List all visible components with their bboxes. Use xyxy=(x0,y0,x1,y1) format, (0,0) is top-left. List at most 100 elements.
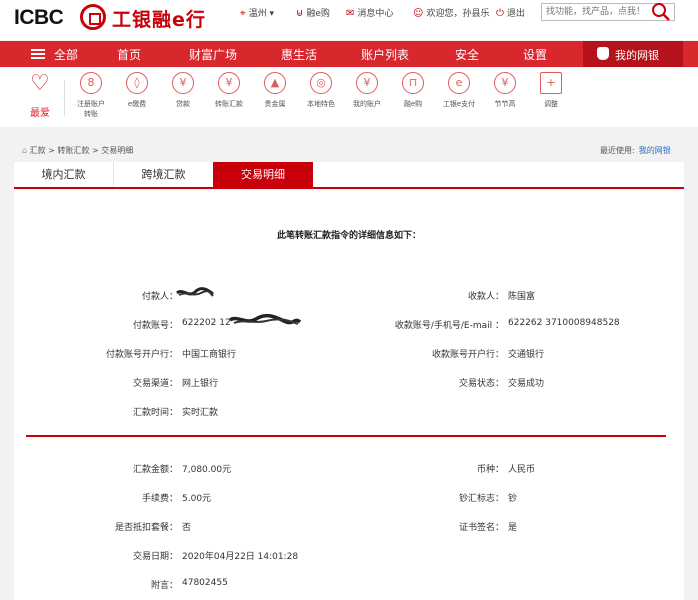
status-label: 交易状态： xyxy=(458,379,504,389)
icbc-logo-text: ICBC xyxy=(14,6,64,29)
quick-item-e-payment[interactable]: e 工银e支付 xyxy=(434,72,484,109)
payee-account-value: 622262 3710008948528 xyxy=(508,318,620,328)
my-account-icon: ¥ xyxy=(356,72,378,94)
payee-value: 陈国富 xyxy=(508,292,536,302)
tab-bar: 境内汇款 跨境汇款 交易明细 xyxy=(14,162,684,189)
remit-time-value: 实时汇款 xyxy=(182,408,219,418)
quick-item-adjust[interactable]: + 调整 xyxy=(526,72,576,109)
shopping-icon: ⊓ xyxy=(402,72,424,94)
search-input[interactable] xyxy=(546,6,652,18)
quick-item-local-features[interactable]: ◎ 本地特色 xyxy=(296,72,346,109)
cert-signature-label: 证书签名： xyxy=(458,523,504,533)
quick-item-jiejiegao[interactable]: ¥ 节节高 xyxy=(480,72,530,109)
redaction-scribble xyxy=(176,287,214,297)
package-deduct-value: 否 xyxy=(182,523,192,533)
message-center-link[interactable]: ✉ 消息中心 xyxy=(346,6,393,19)
nav-hui-life[interactable]: 惠生活 xyxy=(281,46,317,63)
local-feature-icon: ◎ xyxy=(310,72,332,94)
payee-account-label: 收款账号/手机号/E-mail ： xyxy=(394,321,504,331)
account-transfer-icon: 8 xyxy=(80,72,102,94)
brand-name-cn: 工银融e行 xyxy=(112,9,206,31)
channel-value: 网上银行 xyxy=(182,379,219,389)
nav-home[interactable]: 首页 xyxy=(117,46,141,63)
power-icon: ⏻ xyxy=(496,8,504,19)
my-bank-button[interactable]: 我的网银 xyxy=(583,41,683,67)
hamburger-menu-icon[interactable] xyxy=(31,49,45,59)
adjust-plus-icon: + xyxy=(540,72,562,94)
rong-e-gou-link[interactable]: ⊌ 融e购 xyxy=(296,6,330,19)
amount-value: 7,080.00元 xyxy=(182,465,232,475)
breadcrumb-text[interactable]: 汇款 > 转账汇款 > 交易明细 xyxy=(30,146,134,155)
nav-all[interactable]: 全部 xyxy=(54,46,78,63)
fee-value: 5.00元 xyxy=(182,494,212,504)
cert-signature-value: 是 xyxy=(508,523,518,533)
nav-account-list[interactable]: 账户列表 xyxy=(361,46,409,63)
nav-settings[interactable]: 设置 xyxy=(523,46,547,63)
payer-bank-label: 付款账号开户行： xyxy=(105,350,178,360)
amount-label: 汇款金额： xyxy=(132,465,178,475)
payer-account-label: 付款账号： xyxy=(132,321,178,331)
e-pay-icon: e xyxy=(448,72,470,94)
section-divider xyxy=(26,435,666,437)
quick-item-e-pay-bills[interactable]: ◊ e缴费 xyxy=(112,72,162,109)
quick-item-precious-metals[interactable]: ▲ 贵金属 xyxy=(250,72,300,109)
user-icon: ☺ xyxy=(413,8,424,19)
transfer-icon: ¥ xyxy=(218,72,240,94)
channel-label: 交易渠道： xyxy=(132,379,178,389)
remit-time-label: 汇款时间： xyxy=(132,408,178,418)
redaction-scribble xyxy=(229,313,302,325)
logout-link[interactable]: ⏻ 退出 xyxy=(496,6,525,19)
status-value: 交易成功 xyxy=(508,379,545,389)
quick-item-account-transfer[interactable]: 8 注册账户 转账 xyxy=(66,72,116,119)
breadcrumb: ⌂ 汇款 > 转账汇款 > 交易明细 xyxy=(22,145,133,156)
recently-used: 最近使用: 我的网银 xyxy=(600,146,671,155)
tab-domestic-remittance[interactable]: 境内汇款 xyxy=(14,162,114,187)
payee-bank-value: 交通银行 xyxy=(508,350,545,360)
tab-cross-border-remittance[interactable]: 跨境汇款 xyxy=(114,162,214,187)
currency-value: 人民币 xyxy=(508,465,536,475)
envelope-icon: ✉ xyxy=(346,8,355,19)
home-icon[interactable]: ⌂ xyxy=(22,146,30,155)
payee-bank-label: 收款账号开户行： xyxy=(431,350,504,360)
gold-bars-icon: ▲ xyxy=(264,72,286,94)
memo-value: 47802455 xyxy=(182,578,228,588)
welcome-user[interactable]: ☺ 欢迎您，孙县乐 xyxy=(413,6,489,19)
payer-account-value: 622202 12 xyxy=(182,318,231,328)
piggy-bank-icon: ¥ xyxy=(494,72,516,94)
payee-label: 收款人： xyxy=(467,292,504,302)
wallet-icon xyxy=(597,47,609,60)
package-deduct-label: 是否抵扣套餐： xyxy=(114,523,178,533)
recent-link-my-bank[interactable]: 我的网银 xyxy=(639,146,671,155)
cash-flag-value: 钞 xyxy=(508,494,518,504)
money-bag-icon: ¥ xyxy=(172,72,194,94)
city-selector[interactable]: ⌖ 温州 ▾ xyxy=(240,6,274,19)
favorites-label[interactable]: 最爱 xyxy=(30,104,50,119)
divider xyxy=(64,80,65,116)
caret-down-icon: ▾ xyxy=(266,9,275,19)
cash-flag-label: 钞汇标志： xyxy=(458,494,504,504)
search-icon[interactable] xyxy=(648,0,674,22)
droplet-icon: ◊ xyxy=(126,72,148,94)
page-root: ICBC 工银融e行 ⌖ 温州 ▾ ⊌ 融e购 ✉ 消息中心 ☺ 欢迎您，孙县乐 ⏻ 退出… xyxy=(0,0,698,600)
tab-transaction-details[interactable]: 交易明细 xyxy=(213,162,313,187)
location-pin-icon: ⌖ xyxy=(240,8,246,19)
icbc-logo-icon xyxy=(80,4,106,30)
memo-label: 附言： xyxy=(150,581,178,591)
top-bar: ICBC 工银融e行 ⌖ 温州 ▾ ⊌ 融e购 ✉ 消息中心 ☺ 欢迎您，孙县乐 ⏻ 退出 xyxy=(0,0,698,40)
detail-heading: 此笔转账汇款指令的详细信息如下： xyxy=(276,231,421,241)
detail-panel xyxy=(14,190,684,600)
quick-item-my-account[interactable]: ¥ 我的账户 xyxy=(342,72,392,109)
trade-date-value: 2020年04月22日 14:01:28 xyxy=(182,552,299,562)
nav-wealth-plaza[interactable]: 财富广场 xyxy=(189,46,237,63)
trade-date-label: 交易日期： xyxy=(132,552,178,562)
fee-label: 手续费： xyxy=(141,494,178,504)
quick-item-rong-e-gou[interactable]: ⊓ 融e购 xyxy=(388,72,438,109)
cart-icon: ⊌ xyxy=(296,8,304,19)
quick-item-transfer[interactable]: ¥ 转账汇款 xyxy=(204,72,254,109)
nav-security[interactable]: 安全 xyxy=(455,46,479,63)
payer-bank-value: 中国工商银行 xyxy=(182,350,237,360)
payer-label: 付款人： xyxy=(141,292,178,302)
heart-icon[interactable]: ♡ xyxy=(30,73,50,95)
quick-item-loans[interactable]: ¥ 贷款 xyxy=(158,72,208,109)
currency-label: 币种： xyxy=(476,465,504,475)
